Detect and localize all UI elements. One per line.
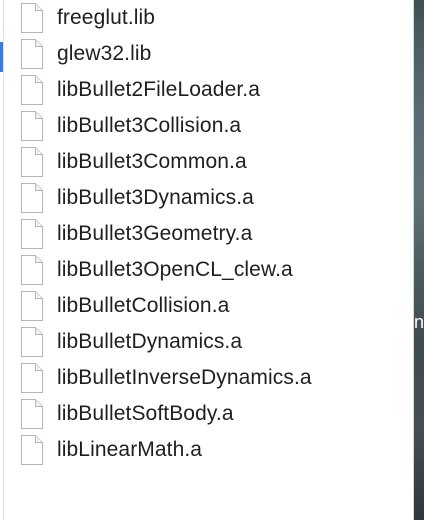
file-row-1[interactable]: glew32.lib (0, 36, 410, 72)
file-document-icon (21, 75, 43, 105)
file-row-2[interactable]: libBullet2FileLoader.a (0, 72, 410, 108)
file-row-4[interactable]: libBullet3Common.a (0, 144, 410, 180)
file-document-icon (21, 255, 43, 285)
file-name: libBullet3Dynamics.a (57, 186, 254, 209)
file-row-5[interactable]: libBullet3Dynamics.a (0, 180, 410, 216)
file-row-0[interactable]: freeglut.lib (0, 0, 410, 36)
file-document-icon (21, 291, 43, 321)
file-row-10[interactable]: libBulletInverseDynamics.a (0, 360, 410, 396)
background-window-strip (414, 0, 424, 520)
file-document-icon (21, 219, 43, 249)
file-document-icon (21, 435, 43, 465)
file-list: freeglut.lib glew32.lib libBullet2FileLo… (0, 0, 410, 468)
file-document-icon (21, 39, 43, 69)
file-name: libBullet2FileLoader.a (57, 78, 261, 101)
file-name: freeglut.lib (57, 6, 156, 29)
file-list-panel: freeglut.lib glew32.lib libBullet2FileLo… (0, 0, 414, 520)
file-document-icon (21, 147, 43, 177)
file-row-7[interactable]: libBullet3OpenCL_clew.a (0, 252, 410, 288)
file-row-8[interactable]: libBulletCollision.a (0, 288, 410, 324)
file-row-12[interactable]: libLinearMath.a (0, 432, 410, 468)
file-document-icon (21, 399, 43, 429)
file-row-6[interactable]: libBullet3Geometry.a (0, 216, 410, 252)
file-row-9[interactable]: libBulletDynamics.a (0, 324, 410, 360)
file-document-icon (21, 183, 43, 213)
file-name: libBullet3Common.a (57, 150, 247, 173)
file-name: libBullet3Geometry.a (57, 222, 253, 245)
file-row-3[interactable]: libBullet3Collision.a (0, 108, 410, 144)
file-document-icon (21, 111, 43, 141)
file-name: glew32.lib (57, 42, 152, 65)
file-name: libBulletCollision.a (57, 294, 230, 317)
file-name: libLinearMath.a (57, 438, 203, 461)
file-name: libBullet3OpenCL_clew.a (57, 258, 293, 281)
file-name: libBulletInverseDynamics.a (57, 366, 312, 389)
file-name: libBulletSoftBody.a (57, 402, 234, 425)
file-name: libBulletDynamics.a (57, 330, 243, 353)
background-text-fragment: n (414, 312, 424, 332)
file-document-icon (21, 327, 43, 357)
file-name: libBullet3Collision.a (57, 114, 242, 137)
file-row-11[interactable]: libBulletSoftBody.a (0, 396, 410, 432)
file-document-icon (21, 3, 43, 33)
file-document-icon (21, 363, 43, 393)
